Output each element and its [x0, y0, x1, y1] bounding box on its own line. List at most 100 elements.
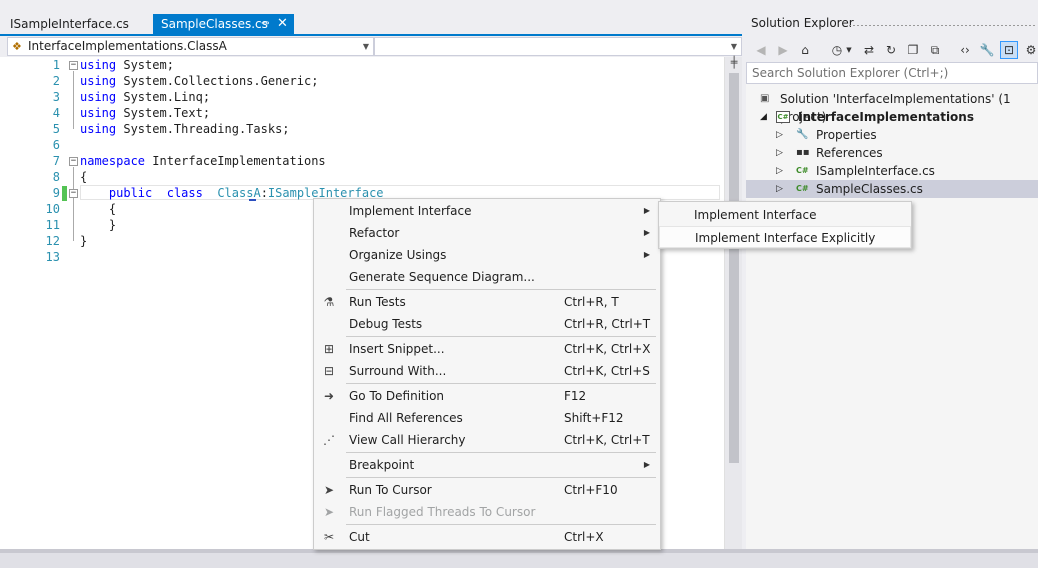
- tree-item-isampleinterface[interactable]: ▷ C# ISampleInterface.cs: [746, 162, 1038, 180]
- menu-item-label: Run Flagged Threads To Cursor: [349, 505, 536, 519]
- menu-item-label: Debug Tests: [349, 317, 423, 331]
- menu-item-breakpoint[interactable]: Breakpoint ▶: [314, 454, 660, 476]
- refresh-icon[interactable]: ↻: [882, 41, 900, 59]
- navigation-bar: ❖ InterfaceImplementations.ClassA ▼ ▼: [0, 36, 742, 57]
- collapsed-arrow-icon[interactable]: ▷: [776, 180, 783, 198]
- menu-item-generate-sequence-diagram[interactable]: Generate Sequence Diagram...: [314, 266, 660, 288]
- smart-tag-marker[interactable]: [249, 199, 256, 201]
- code-text: }: [80, 233, 87, 249]
- class-icon: ❖: [12, 40, 22, 53]
- wrench-icon: 🔧: [796, 129, 809, 140]
- menu-item-insert-snippet[interactable]: ⊞ Insert Snippet... Ctrl+K, Ctrl+X: [314, 338, 660, 360]
- menu-item-shortcut: Ctrl+K, Ctrl+T: [564, 433, 650, 447]
- expanded-arrow-icon[interactable]: ◢: [760, 108, 767, 126]
- tree-item-references[interactable]: ▷ ▪▪ References: [746, 144, 1038, 162]
- menu-item-shortcut: Ctrl+K, Ctrl+X: [564, 342, 651, 356]
- menu-item-label: Go To Definition: [349, 389, 445, 403]
- collapse-icon[interactable]: −: [69, 157, 78, 166]
- dropdown-icon[interactable]: ▼: [844, 41, 854, 59]
- code-token: System;: [123, 58, 174, 72]
- tree-item-sampleclasses[interactable]: ▷ C# SampleClasses.cs: [746, 180, 1038, 198]
- submenu-arrow-icon: ▶: [643, 206, 650, 215]
- keyword-token: class: [166, 186, 203, 200]
- call-hierarchy-icon: ⋰: [323, 433, 335, 447]
- tree-item-label: ISampleInterface.cs: [816, 164, 935, 178]
- close-icon[interactable]: ✕: [277, 14, 288, 34]
- scroll-thumb[interactable]: [729, 73, 739, 463]
- menu-item-label: Organize Usings: [349, 248, 447, 262]
- menu-item-implement-interface[interactable]: Implement Interface: [659, 204, 911, 226]
- solution-tree: ▣ Solution 'InterfaceImplementations' (1…: [746, 84, 1038, 549]
- preview-icon[interactable]: ⊡: [1000, 41, 1018, 59]
- menu-item-label: Breakpoint: [349, 458, 415, 472]
- menu-separator: [346, 477, 656, 478]
- tree-item-label: SampleClasses.cs: [816, 182, 923, 196]
- menu-separator: [346, 383, 656, 384]
- tree-item-properties[interactable]: ▷ 🔧 Properties: [746, 126, 1038, 144]
- home-icon[interactable]: ⌂: [796, 41, 814, 59]
- tree-item-project[interactable]: ◢ C# InterfaceImplementations: [746, 108, 1038, 126]
- pin-icon[interactable]: ⊸: [261, 14, 269, 34]
- goto-definition-icon: ➜: [323, 389, 335, 403]
- menu-item-implement-interface-explicitly[interactable]: Implement Interface Explicitly: [659, 226, 911, 248]
- panel-title: Solution Explorer: [751, 16, 854, 30]
- type-combo[interactable]: ❖ InterfaceImplementations.ClassA ▼: [7, 37, 374, 56]
- member-combo[interactable]: ▼: [374, 37, 742, 56]
- collapsed-arrow-icon[interactable]: ▷: [776, 126, 783, 144]
- menu-item-view-call-hierarchy[interactable]: ⋰ View Call Hierarchy Ctrl+K, Ctrl+T: [314, 429, 660, 451]
- search-input[interactable]: Search Solution Explorer (Ctrl+;): [746, 62, 1038, 84]
- menu-item-debug-tests[interactable]: Debug Tests Ctrl+R, Ctrl+T: [314, 313, 660, 335]
- menu-item-surround-with[interactable]: ⊟ Surround With... Ctrl+K, Ctrl+S: [314, 360, 660, 382]
- tab-sampleclasses[interactable]: SampleClasses.cs ⊸ ✕: [153, 14, 294, 34]
- fold-guide: [73, 71, 74, 129]
- code-token: System.Text;: [123, 106, 211, 120]
- sync-icon[interactable]: ⇄: [860, 41, 878, 59]
- line-number: 10: [45, 202, 60, 216]
- code-token: System.Threading.Tasks;: [123, 122, 290, 136]
- split-icon[interactable]: ╪: [725, 57, 743, 69]
- menu-item-find-all-references[interactable]: Find All References Shift+F12: [314, 407, 660, 429]
- menu-item-label: Implement Interface Explicitly: [695, 231, 876, 245]
- code-token: System.Linq;: [123, 90, 211, 104]
- collapse-icon[interactable]: −: [69, 61, 78, 70]
- code-text: namespace InterfaceImplementations: [80, 153, 326, 169]
- menu-item-cut[interactable]: ✂ Cut Ctrl+X: [314, 526, 660, 548]
- tree-item-label: InterfaceImplementations: [798, 110, 974, 124]
- tree-item-solution[interactable]: ▣ Solution 'InterfaceImplementations' (1…: [746, 90, 1038, 124]
- menu-item-run-tests[interactable]: ⚗ Run Tests Ctrl+R, T: [314, 291, 660, 313]
- line-number: 13: [45, 250, 60, 264]
- code-text: using System.Collections.Generic;: [80, 73, 318, 89]
- code-token: System.Collections.Generic;: [123, 74, 319, 88]
- code-token: }: [80, 218, 117, 232]
- collapse-all-icon[interactable]: ❐: [904, 41, 922, 59]
- line-number: 4: [52, 106, 60, 120]
- forward-icon[interactable]: ▶: [774, 41, 792, 59]
- menu-item-shortcut: Ctrl+F10: [564, 483, 618, 497]
- tab-isampleinterface[interactable]: ISampleInterface.cs: [2, 14, 152, 34]
- code-token: :: [260, 186, 268, 200]
- cut-icon: ✂: [323, 530, 335, 544]
- keyword-token: namespace: [80, 154, 146, 168]
- menu-item-label: View Call Hierarchy: [349, 433, 466, 447]
- menu-item-label: Run To Cursor: [349, 483, 432, 497]
- vertical-scrollbar[interactable]: ╪: [724, 57, 742, 549]
- collapsed-arrow-icon[interactable]: ▷: [776, 144, 783, 162]
- view-code-icon[interactable]: ‹›: [956, 41, 974, 59]
- line-number: 11: [45, 218, 60, 232]
- collapsed-arrow-icon[interactable]: ▷: [776, 162, 783, 180]
- properties-icon[interactable]: 🔧: [978, 41, 996, 59]
- collapse-icon[interactable]: −: [69, 189, 78, 198]
- menu-item-label: Refactor: [349, 226, 400, 240]
- show-all-files-icon[interactable]: ⧉: [926, 41, 944, 59]
- class-view-icon[interactable]: ⚙: [1022, 41, 1038, 59]
- back-icon[interactable]: ◀: [752, 41, 770, 59]
- menu-item-run-to-cursor[interactable]: ➤ Run To Cursor Ctrl+F10: [314, 479, 660, 501]
- code-text: {: [80, 201, 116, 217]
- menu-item-organize-usings[interactable]: Organize Usings ▶: [314, 244, 660, 266]
- menu-item-refactor[interactable]: Refactor ▶: [314, 222, 660, 244]
- menu-item-go-to-definition[interactable]: ➜ Go To Definition F12: [314, 385, 660, 407]
- menu-item-label: Cut: [349, 530, 370, 544]
- menu-item-shortcut: Shift+F12: [564, 411, 624, 425]
- menu-item-implement-interface[interactable]: Implement Interface ▶: [314, 200, 660, 222]
- line-number: 2: [52, 74, 60, 88]
